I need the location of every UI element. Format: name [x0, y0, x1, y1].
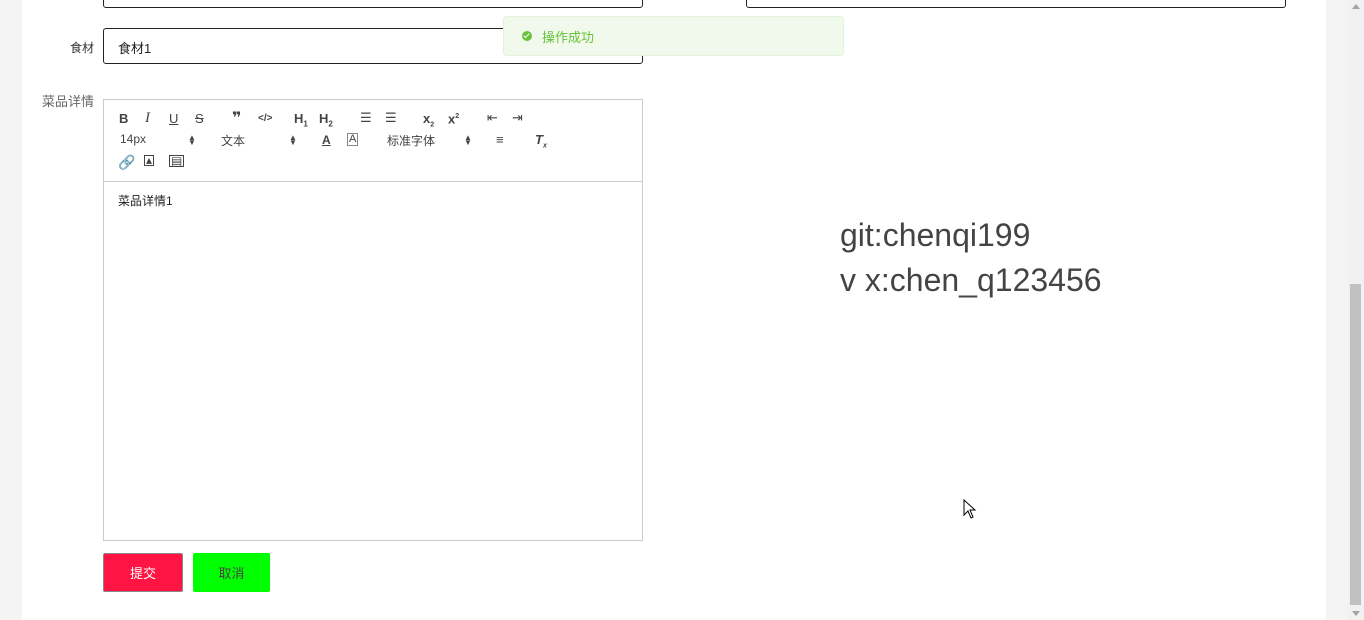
editor-content[interactable]: 菜品详情1 [118, 192, 173, 209]
watermark-line-2: v x:chen_q123456 [840, 262, 1102, 298]
image-icon[interactable]: ▴ [144, 154, 155, 166]
detail-label: 菜品详情 [42, 94, 95, 109]
font-size-select[interactable]: 14px ▲ ▼ [120, 132, 196, 148]
select-arrows-icon: ▲ ▼ [289, 133, 297, 147]
heading-1-icon[interactable]: H1 [294, 112, 308, 132]
top-left-input[interactable] [103, 0, 643, 8]
top-right-input[interactable] [746, 0, 1286, 8]
bullet-list-icon[interactable]: ☰ [385, 111, 397, 125]
code-block-icon[interactable]: </> [258, 112, 272, 126]
cancel-button[interactable]: 取消 [193, 553, 270, 592]
font-size-value: 14px [120, 132, 147, 146]
outdent-icon[interactable]: ⇤ [487, 111, 498, 125]
scroll-down-icon[interactable] [1352, 611, 1360, 616]
success-toast: 操作成功 [503, 16, 844, 56]
heading-2-icon[interactable]: H2 [319, 112, 333, 132]
font-family-value: 标准字体 [387, 134, 436, 148]
watermark-line-1: git:chenqi199 [840, 217, 1031, 253]
toast-message: 操作成功 [542, 29, 595, 45]
mouse-cursor-icon [963, 499, 977, 519]
font-family-select[interactable]: 标准字体 ▲ ▼ [387, 132, 472, 149]
text-type-value: 文本 [221, 134, 246, 148]
underline-icon[interactable]: U [169, 112, 178, 126]
select-arrows-icon: ▲ ▼ [464, 133, 472, 147]
check-circle-icon [522, 31, 532, 41]
background-color-icon[interactable]: A [347, 133, 359, 146]
align-left-icon[interactable]: ≡ [496, 133, 504, 147]
vertical-scrollbar[interactable] [1348, 0, 1364, 620]
select-arrows-icon: ▲ ▼ [188, 133, 196, 147]
link-icon[interactable]: 🔗 [118, 155, 135, 169]
scroll-thumb[interactable] [1350, 284, 1361, 605]
scroll-up-icon[interactable] [1352, 4, 1360, 9]
bold-icon[interactable]: B [119, 112, 128, 126]
submit-button[interactable]: 提交 [103, 553, 183, 592]
clear-format-icon[interactable]: Tx [535, 133, 547, 154]
superscript-icon[interactable]: x2 [448, 110, 459, 126]
ingredients-value: 食材1 [118, 41, 152, 56]
editor-toolbar: B I U S ❞ </> H1 H2 ☰ ☰ x2 x2 ⇤ ⇥ 14px ▲… [104, 100, 642, 182]
ingredients-label: 食材 [70, 41, 95, 55]
blockquote-icon[interactable]: ❞ [232, 111, 241, 127]
italic-icon[interactable]: I [145, 111, 150, 126]
strikethrough-icon[interactable]: S [195, 112, 204, 126]
font-color-icon[interactable]: A [322, 133, 331, 147]
video-icon[interactable]: ▤ [169, 155, 185, 167]
indent-icon[interactable]: ⇥ [512, 111, 523, 125]
ordered-list-icon[interactable]: ☰ [360, 111, 372, 125]
text-type-select[interactable]: 文本 ▲ ▼ [221, 132, 297, 149]
subscript-icon[interactable]: x2 [423, 112, 434, 133]
rich-text-editor: B I U S ❞ </> H1 H2 ☰ ☰ x2 x2 ⇤ ⇥ 14px ▲… [103, 99, 643, 541]
